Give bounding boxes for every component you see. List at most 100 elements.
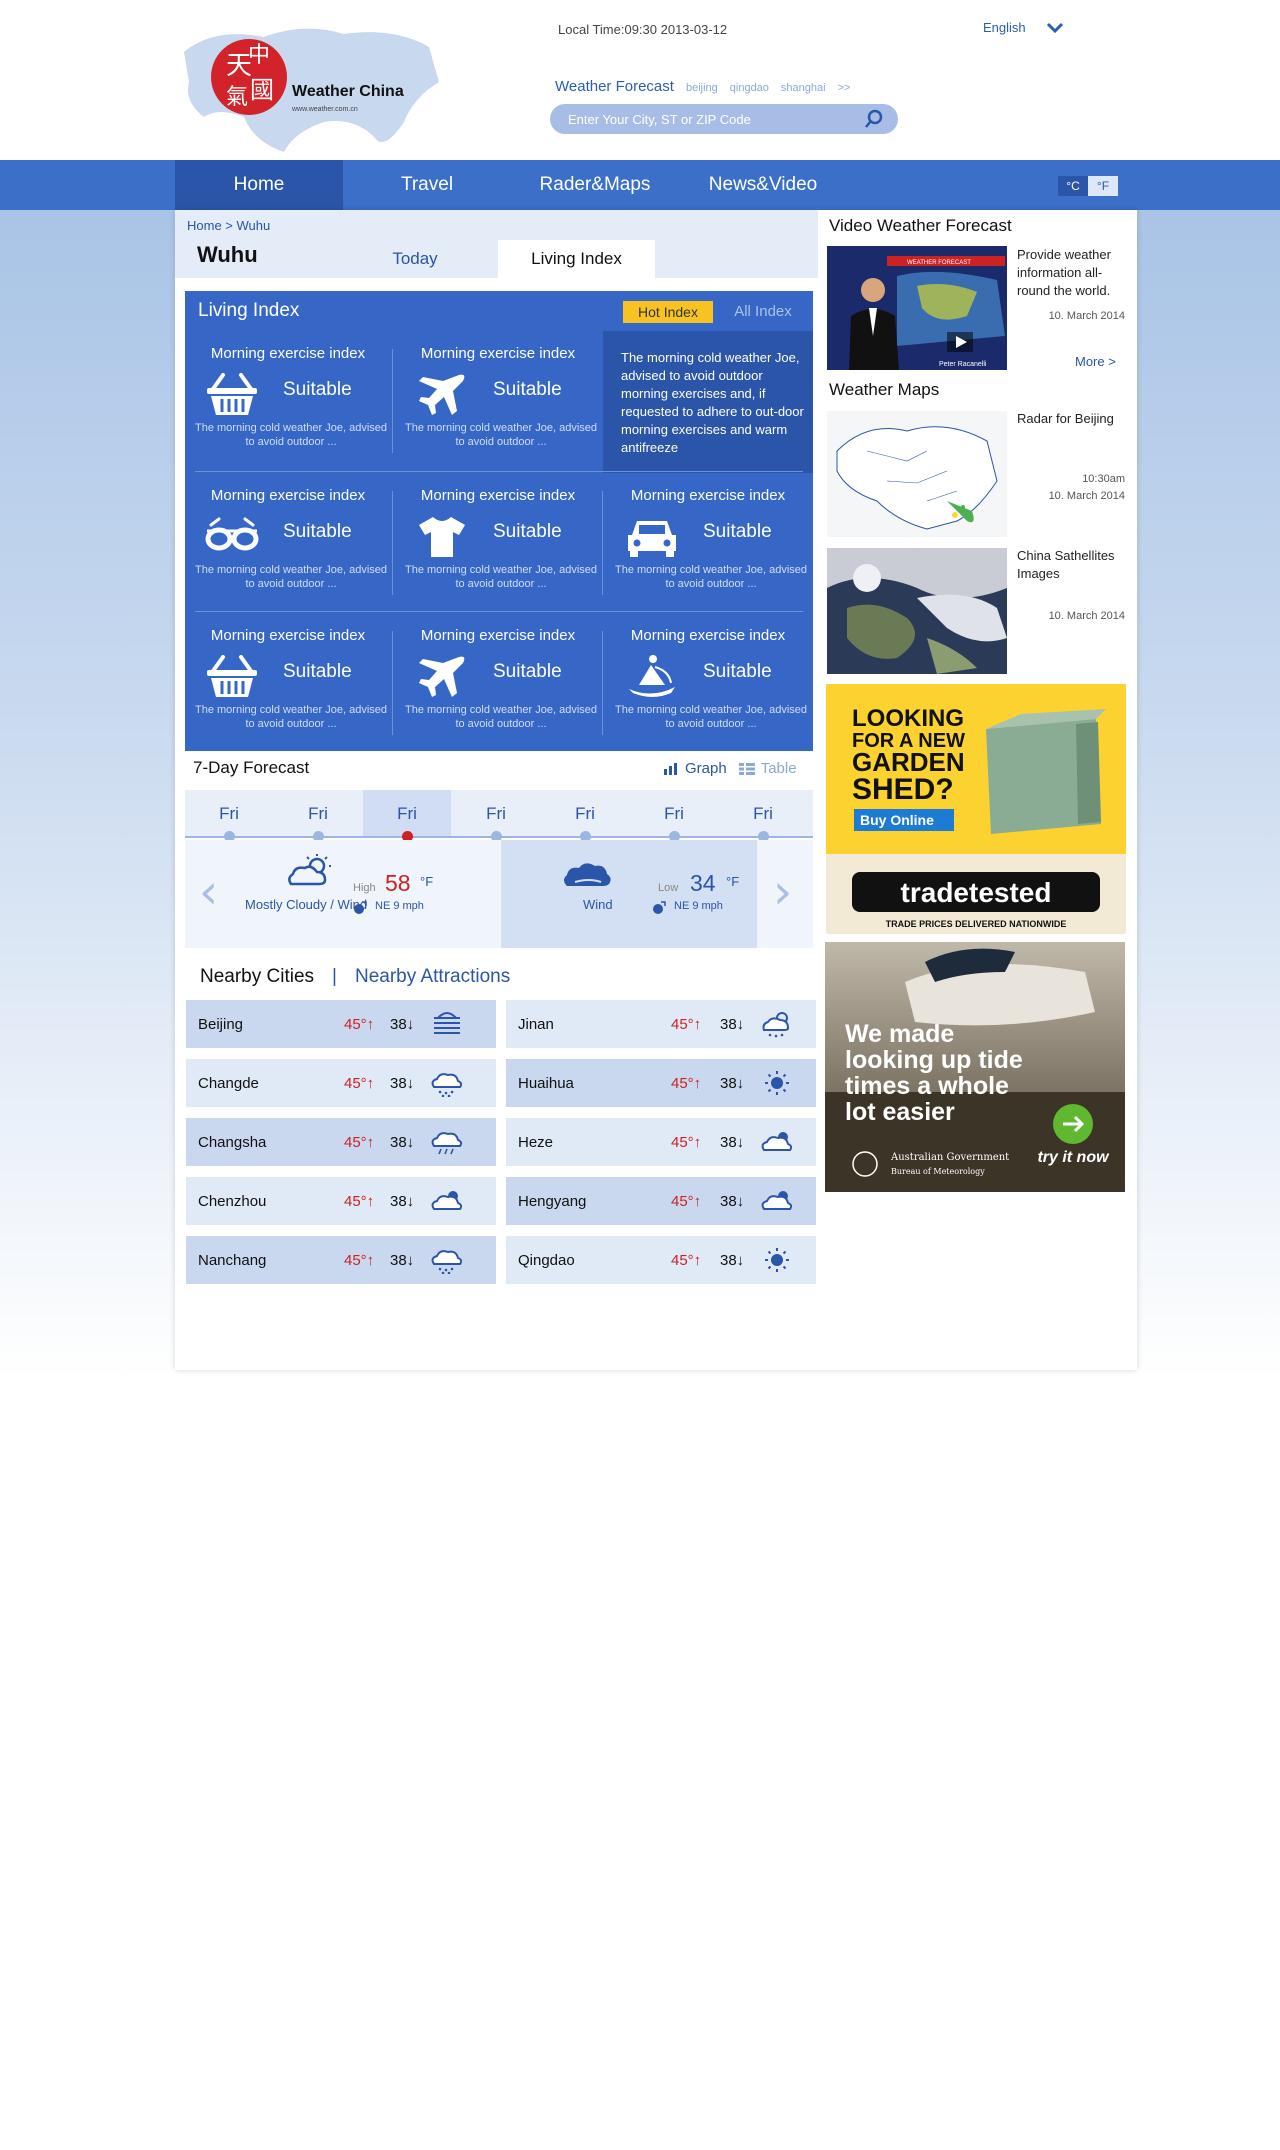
svg-text:LOOKING: LOOKING [852,705,964,732]
nearby-city-item[interactable]: Changde 45°↑ 38↓ [186,1059,496,1107]
city-high-temp: 45°↑ [344,1075,375,1092]
search-input[interactable] [568,111,864,127]
shed-advertisement[interactable]: LOOKING FOR A NEW GARDEN SHED? Buy Onlin… [826,684,1126,934]
city-high-temp: 45°↑ [671,1134,702,1151]
nav-travel[interactable]: Travel [343,160,511,210]
low-label: Low [658,882,679,894]
search-icon[interactable] [864,109,884,129]
index-card[interactable]: Morning exercise index Suitable The morn… [185,331,391,469]
index-card[interactable]: Morning exercise index Suitable The morn… [185,613,391,751]
nearby-city-item[interactable]: Heze 45°↑ 38↓ [506,1118,816,1166]
index-desc: The morning cold weather Joe, advised to… [195,704,387,730]
index-title: Morning exercise index [420,627,576,644]
unit-toggle: °C °F [1058,176,1118,196]
index-card[interactable]: Morning exercise index Suitable The morn… [185,473,391,611]
index-card[interactable]: Morning exercise index Suitable The morn… [395,331,601,469]
nearby-city-item[interactable]: Nanchang 45°↑ 38↓ [186,1236,496,1284]
nearby-city-item[interactable]: Hengyang 45°↑ 38↓ [506,1177,816,1225]
satellite-image-thumbnail[interactable] [827,548,1007,674]
city-high-temp: 45°↑ [671,1252,702,1269]
tab-nearby-attractions[interactable]: Nearby Attractions [355,966,510,988]
index-card[interactable]: Morning exercise index Suitable The morn… [605,473,811,611]
partly-cloudy-icon [761,1132,793,1151]
forecast-title: 7-Day Forecast [193,758,310,777]
svg-text:times a whole: times a whole [845,1072,1009,1100]
language-selector[interactable]: English [983,20,1064,35]
nearby-city-item[interactable]: Huaihua 45°↑ 38↓ [506,1059,816,1107]
tab-nearby-cities[interactable]: Nearby Cities [200,966,314,988]
bom-advertisement[interactable]: We made looking up tide times a whole lo… [825,942,1125,1192]
hot-index-button[interactable]: Hot Index [623,301,713,323]
nav-news-video[interactable]: News&Video [679,160,847,210]
celsius-button[interactable]: °C [1058,176,1088,196]
svg-text:SHED?: SHED? [852,773,954,806]
radar-map-thumbnail[interactable] [827,411,1007,537]
index-card[interactable]: Morning exercise index Suitable The morn… [605,613,811,751]
nearby-city-item[interactable]: Jinan 45°↑ 38↓ [506,1000,816,1048]
next-arrow-icon[interactable]: › [773,864,792,920]
city-name: Chenzhou [198,1193,267,1210]
city-low-temp: 38↓ [720,1134,745,1151]
more-link[interactable]: More > [1075,354,1116,369]
svg-text:try it now: try it now [1037,1149,1110,1166]
index-title: Morning exercise index [630,487,786,504]
svg-text:www.weather.com.cn: www.weather.com.cn [291,106,358,113]
cloud-snow-icon [431,1073,463,1097]
sailing-icon [629,655,675,697]
video-thumbnail[interactable]: WEATHER FORECAST Peter Racanelli [827,246,1007,370]
graph-view-button[interactable]: Graph [685,760,727,777]
nearby-city-item[interactable]: Beijing 45°↑ 38↓ [186,1000,496,1048]
quick-city-shanghai[interactable]: shanghai [781,82,826,94]
table-view-button[interactable]: Table [761,760,797,777]
chevron-down-icon[interactable] [1046,22,1064,34]
index-desc: The morning cold weather Joe, advised to… [615,704,807,730]
airplane-icon [419,374,465,415]
prev-arrow-icon[interactable]: ‹ [199,864,218,920]
city-low-temp: 38↓ [720,1193,745,1210]
svg-text:Buy Online: Buy Online [860,812,934,828]
svg-text:We made: We made [845,1020,954,1048]
nearby-city-item[interactable]: Changsha 45°↑ 38↓ [186,1118,496,1166]
svg-text:lot easier: lot easier [845,1098,955,1126]
tab-today[interactable]: Today [365,240,465,278]
nav-home[interactable]: Home [175,160,343,210]
index-card[interactable]: Morning exercise index Suitable The morn… [395,473,601,611]
city-high-temp: 45°↑ [671,1193,702,1210]
index-card[interactable]: Morning exercise index Suitable The morn… [395,613,601,751]
weather-china-logo[interactable]: 天 中 氣 國 Weather China www.weather.com.cn [174,22,444,157]
quick-city-qingdao[interactable]: qingdao [730,82,769,94]
city-high-temp: 45°↑ [671,1075,702,1092]
svg-text:國: 國 [250,76,274,104]
city-high-temp: 45°↑ [671,1016,702,1033]
partly-cloudy-icon [761,1191,793,1210]
city-name: Jinan [518,1016,554,1033]
quick-city-more[interactable]: >> [838,82,851,94]
location-header: Home > Wuhu Wuhu Today Living Index [175,210,818,278]
fahrenheit-button[interactable]: °F [1088,176,1118,196]
breadcrumb[interactable]: Home > Wuhu [187,218,270,233]
tab-living-index[interactable]: Living Index [498,240,655,278]
satellite-title[interactable]: China Sathellites Images [1017,547,1127,583]
city-low-temp: 38↓ [390,1075,415,1092]
city-low-temp: 38↓ [390,1134,415,1151]
video-forecast-title: Video Weather Forecast [829,216,1012,235]
quick-forecast-links: Weather Forecast beijing qingdao shangha… [555,78,850,95]
radar-title[interactable]: Radar for Beijing [1017,410,1127,428]
all-index-button[interactable]: All Index [723,301,803,323]
nearby-city-item[interactable]: Chenzhou 45°↑ 38↓ [186,1177,496,1225]
high-unit: °F [420,874,434,889]
city-name: Beijing [198,1016,244,1033]
living-index-title: Living Index [198,300,300,321]
nearby-city-item[interactable]: Qingdao 45°↑ 38↓ [506,1236,816,1284]
quick-city-beijing[interactable]: beijing [686,82,718,94]
high-temp: 58 [385,870,411,896]
night-wind: NE 9 mph [674,900,723,912]
living-index-panel: Living Index Hot Index All Index Morning… [185,291,813,751]
nav-radar-maps[interactable]: Rader&Maps [511,160,679,210]
satellite-date: 10. March 2014 [1048,610,1125,622]
index-desc: The morning cold weather Joe, advised to… [405,704,597,730]
city-low-temp: 38↓ [720,1075,745,1092]
svg-text:Peter Racanelli: Peter Racanelli [939,361,987,368]
index-title: Morning exercise index [420,345,576,362]
page-title: Wuhu [197,242,258,267]
